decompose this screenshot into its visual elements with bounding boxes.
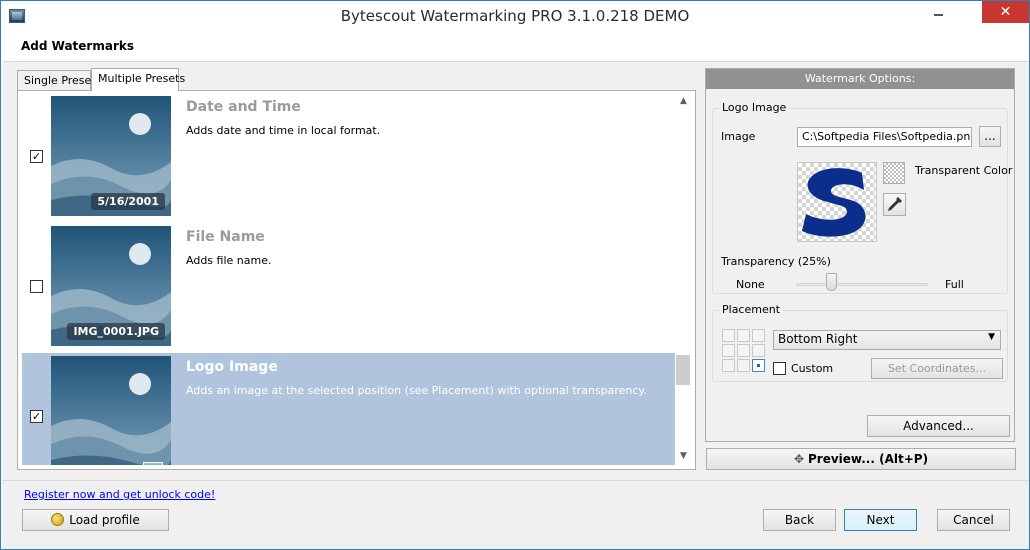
preset-description: Adds an image at the selected position (…	[186, 384, 647, 397]
next-button[interactable]: Next	[844, 509, 917, 531]
logo-image-group: Logo Image Image C:\Softpedia Files\Soft…	[712, 101, 1012, 294]
logo-watermark-icon	[143, 462, 163, 465]
load-profile-label: Load profile	[69, 513, 140, 527]
list-item[interactable]: IMG_0001.JPG File Name Adds file name.	[22, 223, 675, 353]
wizard-header: Add Watermarks	[2, 32, 1029, 62]
preset-name: Logo Image	[186, 359, 278, 375]
transparency-slider-track[interactable]	[796, 283, 928, 286]
image-path-input[interactable]: C:\Softpedia Files\Softpedia.png	[797, 127, 972, 147]
preset-name: File Name	[186, 229, 265, 245]
preset-description: Adds date and time in local format.	[186, 124, 381, 137]
eyedropper-button[interactable]	[883, 193, 906, 216]
preset-list-panel: ✓ 5/16/2001 Date and Time Adds date and …	[17, 90, 696, 470]
placement-cell-middle-right[interactable]	[752, 344, 765, 357]
filename-stamp: IMG_0001.JPG	[67, 323, 165, 340]
scrollbar-thumb[interactable]	[676, 355, 690, 385]
preset-checkbox[interactable]	[30, 280, 43, 293]
transparency-slider-thumb[interactable]	[826, 273, 837, 291]
page-title: Add Watermarks	[21, 39, 134, 53]
transparent-color-label: Transparent Color	[915, 164, 1013, 177]
eyedropper-icon	[888, 197, 902, 211]
move-cross-icon: ✥	[793, 452, 804, 466]
group-legend: Logo Image	[719, 101, 790, 114]
date-stamp: 5/16/2001	[91, 193, 165, 210]
list-item[interactable]: ✓ 5/16/2001 Date and Time Adds date and …	[22, 93, 675, 223]
options-header: Watermark Options:	[706, 69, 1014, 89]
placement-cell-top-left[interactable]	[722, 329, 735, 342]
image-label: Image	[721, 130, 756, 143]
preset-thumbnail	[51, 356, 171, 465]
scroll-up-icon[interactable]: ▲	[675, 93, 692, 110]
transparent-color-swatch[interactable]	[883, 162, 905, 184]
placement-grid[interactable]	[722, 329, 766, 373]
transparency-label: Transparency (25%)	[721, 255, 831, 268]
placement-cell-bottom-center[interactable]	[737, 359, 750, 372]
minimize-button[interactable]	[923, 1, 953, 23]
placement-cell-center[interactable]	[737, 344, 750, 357]
group-legend: Placement	[719, 303, 784, 316]
placement-cell-bottom-right[interactable]	[752, 359, 765, 372]
cancel-button[interactable]: Cancel	[937, 509, 1010, 531]
coin-icon	[51, 513, 65, 526]
custom-checkbox[interactable]	[773, 362, 786, 375]
load-profile-button[interactable]: Load profile	[22, 509, 169, 531]
placement-cell-bottom-left[interactable]	[722, 359, 735, 372]
placement-group: Placement Bottom Right ▼ Custom Set Coor…	[712, 303, 1008, 382]
preset-checkbox[interactable]: ✓	[30, 150, 43, 163]
placement-cell-top-right[interactable]	[752, 329, 765, 342]
register-link[interactable]: Register now and get unlock code!	[24, 488, 215, 501]
placement-cell-middle-left[interactable]	[722, 344, 735, 357]
transparency-full-label: Full	[945, 278, 964, 291]
app-window: Bytescout Watermarking PRO 3.1.0.218 DEM…	[0, 0, 1030, 550]
preset-name: Date and Time	[186, 99, 301, 115]
browse-button[interactable]: ...	[979, 126, 1001, 147]
preset-description: Adds file name.	[186, 254, 272, 267]
advanced-button[interactable]: Advanced...	[867, 415, 1010, 437]
preset-thumbnail: IMG_0001.JPG	[51, 226, 171, 346]
preview-button[interactable]: ✥ Preview... (Alt+P)	[706, 448, 1016, 470]
placement-select-value: Bottom Right	[778, 332, 858, 346]
tab-multiple-presets[interactable]: Multiple Presets	[91, 68, 185, 91]
preview-label: Preview... (Alt+P)	[808, 452, 929, 466]
main-content: Single Preset Multiple Presets ✓ 5/16/20…	[2, 62, 1029, 480]
transparency-none-label: None	[736, 278, 765, 291]
preset-list: ✓ 5/16/2001 Date and Time Adds date and …	[22, 93, 675, 465]
watermark-options-panel: Watermark Options: Logo Image Image C:\S…	[705, 68, 1015, 442]
title-bar: Bytescout Watermarking PRO 3.1.0.218 DEM…	[1, 1, 1029, 32]
list-item[interactable]: ✓ Logo Image Adds an image at the select…	[22, 353, 675, 465]
window-title: Bytescout Watermarking PRO 3.1.0.218 DEM…	[340, 7, 690, 25]
logo-preview	[797, 162, 877, 242]
wizard-footer: Register now and get unlock code! Load p…	[2, 480, 1029, 549]
placement-cell-top-center[interactable]	[737, 329, 750, 342]
preset-thumbnail: 5/16/2001	[51, 96, 171, 216]
placement-select[interactable]: Bottom Right ▼	[773, 330, 1001, 350]
custom-label: Custom	[791, 362, 834, 375]
set-coordinates-button[interactable]: Set Coordinates...	[871, 358, 1003, 379]
tab-single-preset[interactable]: Single Preset	[17, 70, 96, 90]
back-button[interactable]: Back	[763, 509, 836, 531]
list-scrollbar[interactable]: ▲ ▼	[675, 93, 692, 465]
preset-checkbox[interactable]: ✓	[30, 410, 43, 423]
chevron-down-icon: ▼	[988, 332, 995, 342]
scroll-down-icon[interactable]: ▼	[675, 448, 692, 465]
close-button[interactable]: ✕	[982, 1, 1029, 23]
